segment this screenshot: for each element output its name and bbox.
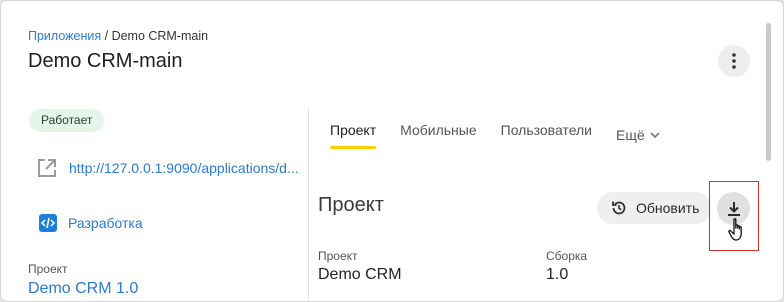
status-badge: Работает [29, 109, 105, 132]
breadcrumb-separator: / [101, 29, 112, 43]
external-link-icon [38, 159, 56, 177]
more-vertical-icon [732, 53, 736, 69]
scrollbar-thumb[interactable] [766, 23, 771, 161]
refresh-clock-icon [612, 201, 626, 215]
page-title: Demo CRM-main [28, 50, 183, 72]
tab-project[interactable]: Проект [330, 122, 377, 149]
field-project-label: Проект [318, 249, 358, 263]
tab-more[interactable]: Ещё [616, 122, 662, 148]
breadcrumb-parent-link[interactable]: Приложения [28, 29, 101, 43]
field-project-value: Demo CRM [318, 266, 402, 283]
app-card: Приложения / Demo CRM-main Demo CRM-main… [0, 0, 784, 302]
section-title: Проект [318, 194, 384, 216]
refresh-button[interactable]: Обновить [597, 192, 711, 224]
dev-link-label: Разработка [68, 215, 143, 231]
chevron-down-icon [650, 132, 660, 139]
tab-users[interactable]: Пользователи [501, 122, 592, 148]
breadcrumb: Приложения / Demo CRM-main [28, 29, 208, 43]
download-icon [727, 201, 740, 216]
field-build-label: Сборка [546, 249, 588, 263]
refresh-label: Обновить [636, 200, 700, 216]
project-value-link[interactable]: Demo CRM 1.0 [28, 280, 138, 298]
app-url-link[interactable]: http://127.0.0.1:9090/applications/d... [37, 158, 299, 178]
tab-bar: Проект Мобильные Пользователи Ещё [330, 122, 686, 149]
breadcrumb-current: Demo CRM-main [111, 29, 209, 43]
project-label: Проект [28, 262, 68, 276]
tab-more-label: Ещё [616, 127, 645, 143]
dev-link[interactable]: Разработка [39, 214, 143, 232]
field-build-value: 1.0 [546, 266, 569, 283]
panel-divider [308, 108, 309, 301]
tab-mobile[interactable]: Мобильные [400, 122, 477, 148]
code-icon [39, 214, 57, 232]
hand-pointer-icon [728, 218, 742, 241]
more-menu-button[interactable] [718, 45, 750, 77]
app-url-text: http://127.0.0.1:9090/applications/d... [69, 160, 299, 176]
